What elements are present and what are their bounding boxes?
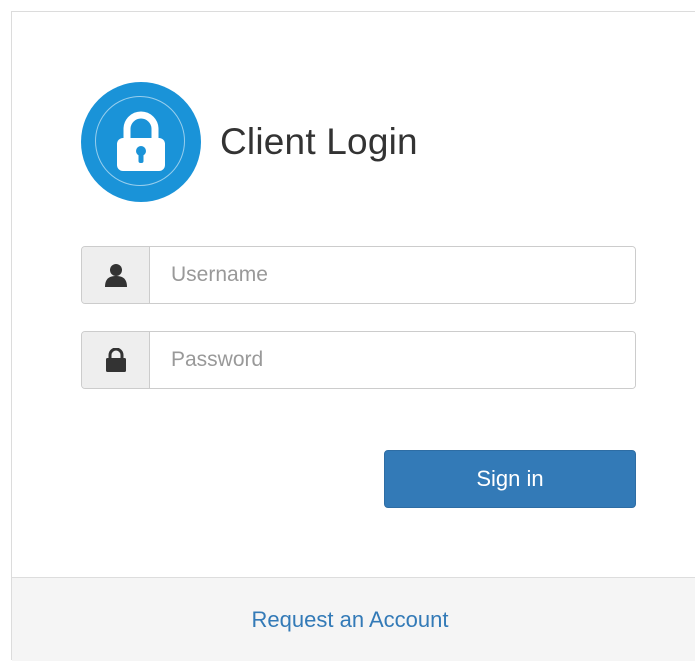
password-input-group: [81, 331, 636, 389]
page-title: Client Login: [220, 121, 418, 162]
password-addon: [82, 332, 150, 388]
user-icon: [104, 264, 127, 287]
lock-icon: [105, 348, 126, 372]
username-input-group: [81, 246, 636, 304]
login-footer: Request an Account: [12, 577, 695, 661]
login-header: Client Login: [81, 81, 418, 203]
password-input[interactable]: [150, 332, 635, 388]
request-account-link[interactable]: Request an Account: [252, 607, 449, 633]
badge-ring: [95, 96, 185, 186]
login-panel: Client Login Sign in Request an Account: [11, 11, 695, 661]
username-input[interactable]: [150, 247, 635, 303]
username-addon: [82, 247, 150, 303]
lock-badge: [81, 82, 201, 202]
sign-in-button[interactable]: Sign in: [384, 450, 636, 508]
